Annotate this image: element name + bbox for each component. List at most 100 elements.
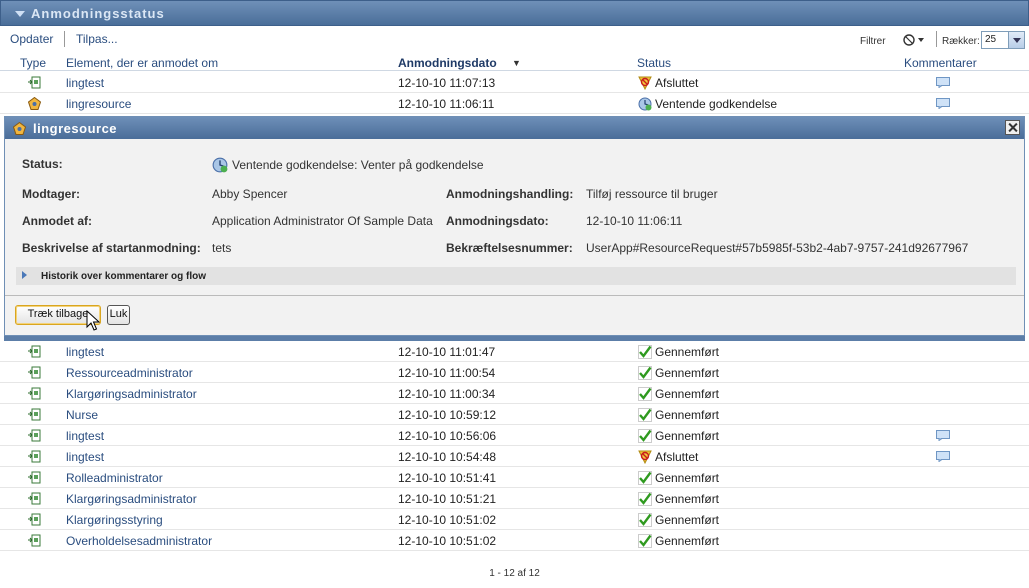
status-text: Afsluttet bbox=[655, 76, 699, 90]
expand-triangle-icon[interactable] bbox=[22, 271, 27, 279]
table-row[interactable]: lingresource 12-10-10 11:06:11 Ventende … bbox=[0, 93, 1029, 114]
mouse-cursor-icon bbox=[86, 310, 100, 331]
table-row[interactable]: Nurse 12-10-10 10:59:12 Gennemført bbox=[0, 404, 1029, 425]
refresh-link[interactable]: Opdater bbox=[10, 32, 53, 46]
check-icon bbox=[638, 492, 652, 506]
workflow-icon bbox=[28, 429, 41, 442]
detail-title: lingresource bbox=[33, 121, 118, 136]
panel-title: Anmodningsstatus bbox=[31, 6, 165, 21]
table-row[interactable]: Rolleadministrator 12-10-10 10:51:41 Genne… bbox=[0, 467, 1029, 488]
check-icon bbox=[638, 513, 652, 527]
pending-icon bbox=[212, 157, 228, 173]
workflow-icon bbox=[28, 492, 41, 505]
table-row[interactable]: Overholdelsesadministrator 12-10-10 10:51… bbox=[0, 530, 1029, 551]
rows-label: Rækker: bbox=[942, 36, 980, 47]
panel-titlebar[interactable]: Anmodningsstatus bbox=[0, 0, 1029, 26]
history-label: Historik over kommentarer og flow bbox=[41, 271, 207, 282]
table-row[interactable]: lingtest 12-10-10 11:07:13 Afsluttet bbox=[0, 72, 1029, 93]
table-row[interactable]: lingtest 12-10-10 11:01:47 Gennemført bbox=[0, 341, 1029, 362]
comment-icon[interactable] bbox=[936, 98, 950, 109]
workflow-icon bbox=[28, 408, 41, 421]
column-header-date[interactable]: Anmodningsdato bbox=[398, 56, 497, 70]
check-icon bbox=[638, 471, 652, 485]
column-header-item[interactable]: Element, der er anmodet om bbox=[66, 56, 218, 70]
close-button[interactable]: Luk bbox=[107, 305, 130, 325]
comment-icon[interactable] bbox=[936, 451, 950, 462]
item-link[interactable]: Klargøringsadministrator bbox=[66, 492, 197, 506]
request-date: 12-10-10 10:51:02 bbox=[398, 513, 497, 527]
detail-divider bbox=[5, 295, 1024, 296]
item-link[interactable]: Rolleadministrator bbox=[66, 471, 163, 485]
item-link[interactable]: lingtest bbox=[66, 429, 104, 443]
table-row[interactable]: Klargøringsstyring 12-10-10 10:51:02 Genne… bbox=[0, 509, 1029, 530]
workflow-icon bbox=[28, 513, 41, 526]
request-detail-panel: lingresource Status: Ventende godkendels… bbox=[4, 116, 1025, 336]
check-icon bbox=[638, 429, 652, 443]
chevron-down-icon[interactable] bbox=[1008, 32, 1024, 48]
item-link[interactable]: lingtest bbox=[66, 450, 104, 464]
item-link[interactable]: Nurse bbox=[66, 408, 98, 422]
sort-descending-icon[interactable]: ▼ bbox=[512, 58, 521, 68]
requested-by-value: Application Administrator Of Sample Data bbox=[212, 214, 433, 228]
detail-titlebar: lingresource bbox=[5, 117, 1024, 139]
check-icon bbox=[638, 387, 652, 401]
filter-link[interactable]: Filtrer bbox=[860, 36, 886, 47]
status-text: Afsluttet bbox=[655, 450, 699, 464]
table-row[interactable]: Klargøringsadministrator 12-10-10 10:51:2… bbox=[0, 488, 1029, 509]
table-row[interactable]: lingtest 12-10-10 10:56:06 Gennemført bbox=[0, 425, 1029, 446]
column-header-status[interactable]: Status bbox=[637, 56, 671, 70]
rows-value: 25 bbox=[985, 34, 997, 45]
customize-link[interactable]: Tilpas... bbox=[76, 32, 118, 46]
request-date: 12-10-10 10:59:12 bbox=[398, 408, 497, 422]
request-date: 12-10-10 11:01:47 bbox=[398, 345, 496, 359]
comment-icon[interactable] bbox=[936, 77, 950, 88]
request-date: 12-10-10 11:00:34 bbox=[398, 387, 496, 401]
status-text: Ventende godkendelse bbox=[655, 97, 778, 111]
workflow-icon bbox=[28, 450, 41, 463]
status-text: Gennemført bbox=[655, 534, 720, 548]
item-link[interactable]: Ressourceadministrator bbox=[66, 366, 193, 380]
comment-icon[interactable] bbox=[936, 430, 950, 441]
request-date: 12-10-10 11:07:13 bbox=[398, 76, 496, 90]
toolbar-divider bbox=[64, 31, 65, 47]
check-icon bbox=[638, 345, 652, 359]
status-text: Gennemført bbox=[655, 387, 720, 401]
toolbar: Opdater Tilpas... Filtrer Rækker: 25 bbox=[0, 28, 1029, 52]
item-link[interactable]: Klargøringsadministrator bbox=[66, 387, 197, 401]
workflow-icon bbox=[28, 366, 41, 379]
resource-icon bbox=[28, 97, 41, 110]
recipient-value: Abby Spencer bbox=[212, 187, 288, 201]
status-text: Gennemført bbox=[655, 408, 720, 422]
item-link[interactable]: lingresource bbox=[66, 97, 131, 111]
request-date-label: Anmodningsdato: bbox=[446, 214, 549, 228]
request-date: 12-10-10 10:51:21 bbox=[398, 492, 497, 506]
recipient-label: Modtager: bbox=[22, 187, 80, 201]
pagination: 1 - 12 af 12 bbox=[489, 568, 540, 579]
resource-icon bbox=[13, 122, 26, 135]
rows-per-page-select[interactable]: 25 bbox=[981, 31, 1025, 49]
column-header-type[interactable]: Type bbox=[20, 56, 46, 70]
request-date: 12-10-10 10:51:02 bbox=[398, 534, 497, 548]
table-row[interactable]: Ressourceadministrator 12-10-10 11:00:54 G… bbox=[0, 362, 1029, 383]
table-row[interactable]: Klargøringsadministrator 12-10-10 11:00:3… bbox=[0, 383, 1029, 404]
workflow-icon bbox=[28, 387, 41, 400]
request-date: 12-10-10 11:06:11 bbox=[398, 97, 495, 111]
collapse-triangle-icon[interactable] bbox=[15, 11, 25, 17]
status-text: Gennemført bbox=[655, 366, 720, 380]
check-icon bbox=[638, 408, 652, 422]
item-link[interactable]: lingtest bbox=[66, 345, 104, 359]
history-toggle[interactable]: Historik over kommentarer og flow bbox=[16, 267, 1016, 285]
request-date: 12-10-10 11:00:54 bbox=[398, 366, 496, 380]
requested-by-label: Anmodet af: bbox=[22, 214, 92, 228]
item-link[interactable]: Overholdelsesadministrator bbox=[66, 534, 212, 548]
close-icon[interactable] bbox=[1005, 120, 1020, 135]
item-link[interactable]: lingtest bbox=[66, 76, 104, 90]
description-label: Beskrivelse af startanmodning: bbox=[22, 241, 201, 255]
filter-options-icon[interactable] bbox=[900, 32, 928, 48]
status-label: Status: bbox=[22, 157, 63, 171]
column-header-comments[interactable]: Kommentarer bbox=[904, 56, 977, 70]
item-link[interactable]: Klargøringsstyring bbox=[66, 513, 163, 527]
table-row[interactable]: lingtest 12-10-10 10:54:48 Afsluttet bbox=[0, 446, 1029, 467]
workflow-icon bbox=[28, 76, 41, 89]
pending-icon bbox=[638, 97, 652, 111]
